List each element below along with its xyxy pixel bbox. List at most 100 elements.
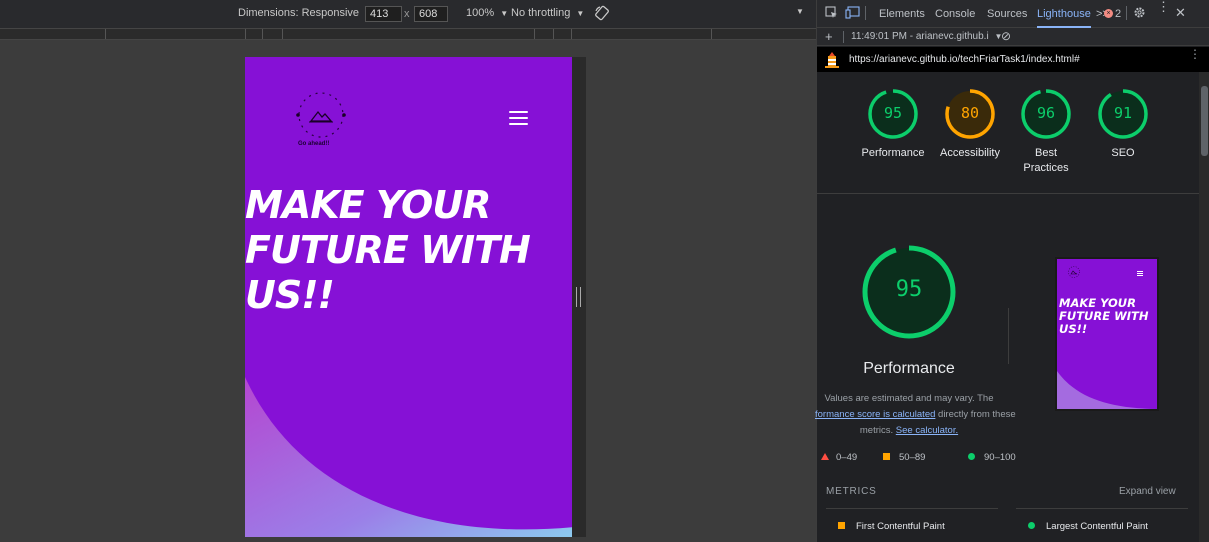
- hero-line: MAKE YOUR: [245, 183, 491, 227]
- legend-fail: 0–49: [821, 452, 857, 463]
- fail-triangle-icon: [821, 453, 829, 460]
- scrollbar-thumb[interactable]: [1201, 86, 1208, 156]
- hero-line: FUTURE WITH: [245, 228, 531, 272]
- main-performance-score: 95: [895, 277, 923, 302]
- chevron-down-icon: ▼: [500, 9, 509, 18]
- zoom-label: 100%: [466, 7, 495, 19]
- description-text: directly from these: [935, 409, 1016, 420]
- thumbnail-logo: [1068, 266, 1080, 278]
- performance-label: Performance: [861, 147, 925, 159]
- average-square-icon: [838, 522, 845, 529]
- see-calculator-link[interactable]: See calculator.: [896, 425, 958, 436]
- tab-sources[interactable]: Sources: [987, 8, 1027, 20]
- error-count[interactable]: 2: [1115, 8, 1121, 20]
- seo-score: 91: [1113, 104, 1133, 122]
- metric-label: Largest Contentful Paint: [1046, 521, 1148, 532]
- logo-caption: Go ahead!!: [298, 141, 330, 147]
- dimensions-dropdown[interactable]: Dimensions: Responsive ▼: [238, 7, 373, 19]
- ruler-tick: [105, 29, 106, 39]
- lighthouse-run-bar: + 11:49:01 PM - arianevc.github.i ▼ ⊘: [817, 28, 1209, 46]
- description-line: formance score is calculated directly fr…: [815, 407, 1016, 423]
- gear-icon[interactable]: [1133, 6, 1146, 22]
- expand-view-toggle[interactable]: Expand view: [1119, 486, 1176, 497]
- report-url[interactable]: https://arianevc.github.io/techFriarTask…: [849, 54, 1080, 65]
- report-label: 11:49:01 PM - arianevc.github.i: [851, 31, 989, 42]
- ruler-tick: [262, 29, 263, 39]
- metrics-header: METRICS: [826, 486, 877, 497]
- ruler-tick: [282, 29, 283, 39]
- thumbnail-hero-line: US!!: [1059, 322, 1088, 336]
- label-line: Best: [1034, 147, 1057, 159]
- chevron-down-icon: ▼: [576, 9, 585, 18]
- legend-average: 50–89: [883, 452, 925, 463]
- device-toolbar: Dimensions: Responsive ▼ 413 x 608 100% …: [0, 0, 816, 28]
- metric-label: First Contentful Paint: [856, 521, 945, 532]
- kebab-menu-icon[interactable]: ⋮: [1189, 48, 1201, 60]
- thumbnail-hero: MAKE YOUR FUTURE WITH US!!: [1059, 297, 1149, 336]
- hero-heading: MAKE YOUR FUTURE WITH US!!: [245, 183, 565, 318]
- ruler-tick: [711, 29, 712, 39]
- seo-label: SEO: [1111, 147, 1135, 159]
- hamburger-menu-icon[interactable]: [509, 111, 528, 126]
- media-query-ruler: [0, 28, 816, 40]
- rotate-icon[interactable]: [594, 5, 610, 24]
- legend-average-label: 50–89: [899, 452, 926, 463]
- description-text: metrics.: [859, 425, 896, 436]
- best-practices-score: 96: [1036, 104, 1056, 122]
- thumbnail-hamburger-icon: [1137, 271, 1143, 276]
- emulated-viewport: Go ahead!! MAKE YOUR FUTURE WITH US!!: [245, 57, 572, 537]
- times-symbol: x: [404, 8, 410, 20]
- legend-pass-label: 90–100: [984, 452, 1016, 463]
- kebab-menu-icon[interactable]: ⋮: [1157, 0, 1170, 13]
- tab-lighthouse[interactable]: Lighthouse: [1037, 8, 1091, 20]
- label-line: Practices: [1023, 162, 1069, 174]
- legend-fail-label: 0–49: [836, 452, 858, 463]
- device-toggle-icon[interactable]: [845, 6, 860, 22]
- description-line: metrics. See calculator.: [817, 423, 1001, 439]
- close-icon[interactable]: ✕: [1175, 5, 1186, 21]
- performance-description: Values are estimated and may vary. The f…: [815, 391, 1016, 439]
- thumbnail-curve: [1057, 371, 1157, 409]
- devtools-tabbar: Elements Console Sources Lighthouse >> ×…: [817, 0, 1209, 28]
- error-icon[interactable]: ×: [1104, 9, 1113, 18]
- score-calculated-link[interactable]: formance score is calculated: [815, 409, 935, 420]
- best-practices-label: Best Practices: [1006, 146, 1086, 176]
- average-square-icon: [883, 453, 890, 460]
- decorative-curve: [245, 377, 572, 537]
- devtools-panel: Elements Console Sources Lighthouse >> ×…: [815, 0, 1209, 542]
- metric-lcp[interactable]: Largest Contentful Paint: [1028, 521, 1148, 532]
- height-input[interactable]: 608: [414, 6, 448, 22]
- width-input[interactable]: 413: [365, 6, 402, 22]
- ruler-tick: [571, 29, 572, 39]
- toolbar-options-icon[interactable]: ▼: [796, 7, 804, 16]
- metric-fcp[interactable]: First Contentful Paint: [838, 521, 945, 532]
- tab-divider: [865, 6, 866, 20]
- tab-console[interactable]: Console: [935, 8, 975, 20]
- accessibility-score: 80: [960, 104, 980, 122]
- final-screenshot-thumbnail[interactable]: MAKE YOUR FUTURE WITH US!!: [1055, 257, 1159, 411]
- clear-reports-icon[interactable]: ⊘: [1001, 29, 1011, 43]
- dimensions-label: Dimensions: Responsive: [238, 7, 360, 19]
- zoom-dropdown[interactable]: 100% ▼: [466, 7, 508, 19]
- accessibility-label: Accessibility: [940, 147, 1000, 159]
- tab-divider: [1126, 6, 1127, 20]
- throttling-label: No throttling: [511, 7, 571, 19]
- report-selector[interactable]: 11:49:01 PM - arianevc.github.i ▼: [851, 31, 1002, 42]
- ruler-tick: [245, 29, 246, 39]
- description-line: Values are estimated and may vary. The: [824, 393, 994, 404]
- hero-line: US!!: [245, 273, 335, 317]
- ruler-tick: [534, 29, 535, 39]
- metric-divider: [1016, 508, 1188, 509]
- viewport-resize-handle[interactable]: [576, 287, 581, 307]
- tab-elements[interactable]: Elements: [879, 8, 925, 20]
- new-report-button[interactable]: +: [825, 29, 833, 44]
- throttling-dropdown[interactable]: No throttling ▼: [511, 7, 584, 19]
- lighthouse-logo-icon: [825, 52, 839, 68]
- metric-divider: [826, 508, 998, 509]
- divider: [843, 31, 844, 43]
- performance-title: Performance: [863, 360, 955, 377]
- inspect-element-icon[interactable]: [825, 6, 838, 22]
- report-url-bar: https://arianevc.github.io/techFriarTask…: [817, 47, 1209, 72]
- vertical-divider: [1008, 308, 1009, 364]
- section-divider: [817, 193, 1199, 194]
